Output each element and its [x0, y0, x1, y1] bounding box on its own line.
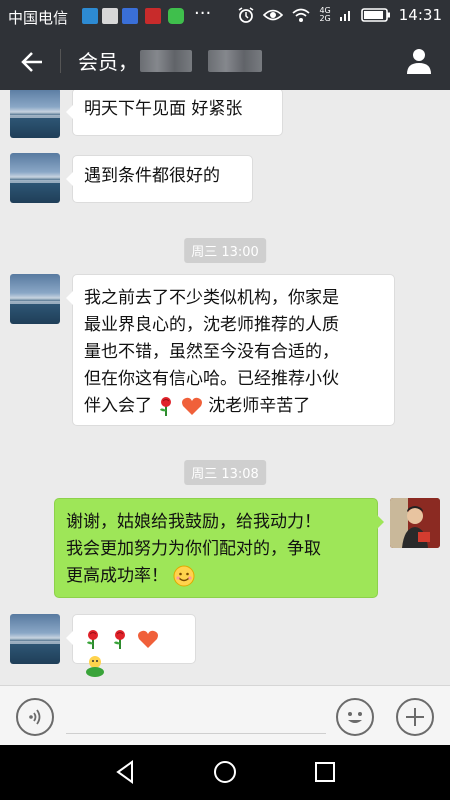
header-divider — [60, 49, 61, 73]
back-arrow-icon[interactable] — [18, 48, 46, 76]
heart-emoji-icon — [137, 630, 158, 648]
smiley-icon — [348, 712, 362, 723]
message-line: 谢谢，姑娘给我鼓励，给我动力！ — [66, 512, 321, 532]
message-line: 伴入会了 沈老师辛苦了 — [84, 396, 311, 416]
red-app-notification-icon — [145, 8, 161, 24]
user-photo-icon — [390, 498, 440, 548]
timestamp-badge: 周三 13:08 — [184, 460, 266, 485]
message-line: 我会更加努力为你们配对的，争取 — [66, 539, 321, 559]
contact-avatar[interactable] — [10, 614, 60, 664]
nav-back-icon[interactable] — [112, 758, 140, 786]
contact-avatar[interactable] — [10, 90, 60, 138]
message-line: 更高成功率！ — [66, 563, 366, 590]
voice-wave-icon — [29, 709, 41, 725]
more-notifications-icon: ··· — [194, 3, 212, 24]
clock: 14:31 — [398, 6, 442, 24]
redacted-name-block-2 — [208, 50, 262, 72]
smile-emoji-icon — [173, 565, 195, 587]
frog-emoji-icon — [86, 656, 104, 677]
plus-icon — [406, 708, 424, 726]
message-input-bar — [0, 685, 450, 746]
eye-icon — [263, 9, 284, 21]
message-line: 最业界良心的，沈老师推荐的人质 — [84, 315, 339, 335]
rose-emoji-icon — [160, 397, 172, 416]
status-bar: 中国电信 ··· 4G 2G 14:31 — [0, 0, 450, 32]
text-input-field[interactable] — [66, 733, 326, 734]
message-bubble[interactable]: 遇到条件都很好的 — [66, 155, 253, 203]
message-text: 明天下午见面 好紧张 — [84, 99, 243, 119]
signal-icon — [339, 11, 350, 21]
nav-home-icon[interactable] — [211, 758, 239, 786]
timestamp-badge: 周三 13:00 — [184, 238, 266, 263]
nav-recents-icon[interactable] — [311, 758, 339, 786]
battery-icon — [360, 8, 390, 22]
network-type-indicator: 4G 2G — [319, 6, 331, 23]
message-text: 遇到条件都很好的 — [84, 166, 220, 186]
message-line: 但在你这有信心哈。已经推荐小伙 — [84, 369, 339, 389]
rose-emoji-icon — [114, 630, 126, 649]
more-options-button[interactable] — [396, 698, 434, 736]
my-message-bubble[interactable]: 谢谢，姑娘给我鼓励，给我动力！ 我会更加努力为你们配对的，争取 更高成功率！ — [54, 498, 384, 598]
chat-title: 会员， — [78, 50, 138, 74]
app-notification-icon — [82, 8, 98, 24]
heart-emoji-icon — [181, 397, 202, 415]
my-avatar[interactable] — [390, 498, 440, 548]
voice-input-button[interactable] — [16, 698, 54, 736]
person-icon[interactable] — [404, 46, 434, 76]
message-line: 量也不错，虽然至今没有合适的， — [84, 342, 339, 362]
contact-avatar[interactable] — [10, 274, 60, 324]
carrier-label: 中国电信 — [8, 9, 69, 27]
wifi-icon — [292, 8, 311, 22]
message-bubble[interactable]: 我之前去了不少类似机构，你家是 最业界良心的，沈老师推荐的人质 量也不错，虽然至… — [66, 274, 395, 426]
rose-emoji-icon — [87, 630, 98, 649]
emoji-button[interactable] — [336, 698, 374, 736]
image-notification-icon — [102, 8, 118, 24]
chat-header: 会员， — [0, 32, 450, 90]
message-bubble[interactable] — [66, 614, 196, 677]
message-bubble[interactable]: 明天下午见面 好紧张 — [66, 90, 283, 136]
message-line: 我之前去了不少类似机构，你家是 — [84, 288, 339, 308]
chat-notification-icon — [168, 8, 184, 24]
alarm-icon — [239, 7, 254, 23]
chat-messages[interactable]: 明天下午见面 好紧张 遇到条件都很好的 周三 13:00 我之前去了不少类似机构… — [0, 90, 450, 685]
contact-avatar[interactable] — [10, 153, 60, 203]
paw-notification-icon — [122, 8, 138, 24]
redacted-name-block-1 — [140, 50, 192, 72]
system-navigation-bar — [0, 745, 450, 800]
